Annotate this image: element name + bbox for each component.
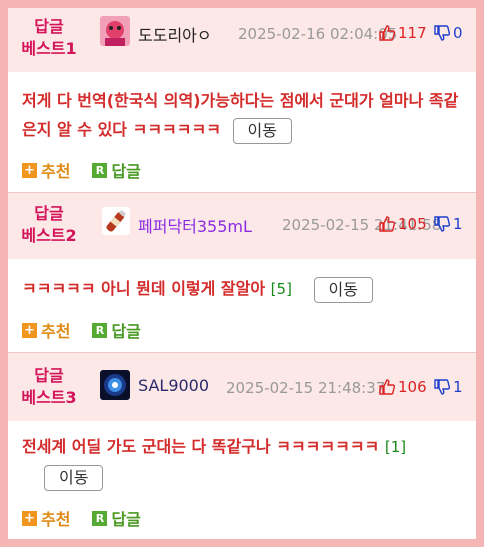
reply-r-icon: R xyxy=(92,322,108,338)
reply-count[interactable]: [1] xyxy=(385,438,406,456)
like-count: 106 xyxy=(398,378,427,396)
comment-header: 답글 베스트3 SAL9000 2025-02-15 21:48:37 106 … xyxy=(8,353,476,421)
comment-text: 저게 다 번역(한국식 의역)가능하다는 점에서 군대가 얼마나 족같은지 알 … xyxy=(22,86,466,144)
dislike-count: 0 xyxy=(453,24,463,42)
reply-count[interactable]: [5] xyxy=(271,280,292,298)
comment-date: 2025-02-15 21:48:37 xyxy=(226,379,386,397)
comment-header: 답글 베스트1 도도리아ㅇ 2025-02-16 02:04:05 117 0 xyxy=(8,8,476,72)
recommend-button[interactable]: + 추천 xyxy=(22,318,70,342)
comment-text: ㅋㅋㅋㅋㅋ 아니 뭔데 이렇게 잘알아 [5] 이동 xyxy=(22,274,466,304)
plus-icon: + xyxy=(22,510,37,526)
like-count: 105 xyxy=(398,215,427,233)
dislike-button[interactable]: 0 xyxy=(433,24,463,42)
thumbs-up-icon xyxy=(379,25,396,41)
move-button[interactable]: 이동 xyxy=(232,117,292,144)
comment-body: 전세계 어딜 가도 군대는 다 똑같구나 ㅋㅋㅋㅋㅋㅋㅋ xyxy=(22,437,380,456)
reply-r-icon: R xyxy=(92,162,108,178)
plus-icon: + xyxy=(22,322,37,338)
thumbs-up-icon xyxy=(379,379,396,395)
rank-line2: 베스트3 xyxy=(21,388,77,407)
nickname-link[interactable]: 페퍼닥터355mL xyxy=(138,213,252,237)
avatar[interactable] xyxy=(102,207,130,235)
reply-label: 답글 xyxy=(111,162,141,181)
dislike-count: 1 xyxy=(453,215,463,233)
comment-actions: + 추천 R 답글 xyxy=(22,158,163,182)
dislike-button[interactable]: 1 xyxy=(433,215,463,233)
move-button[interactable]: 이동 xyxy=(44,464,104,491)
like-button[interactable]: 106 xyxy=(378,378,427,396)
recommend-label: 추천 xyxy=(41,162,71,181)
rank-line1: 답글 xyxy=(34,17,64,36)
thumbs-down-icon xyxy=(434,379,451,395)
rank-line1: 답글 xyxy=(34,204,64,223)
comment-text: 전세계 어딜 가도 군대는 다 똑같구나 ㅋㅋㅋㅋㅋㅋㅋ [1] 이동 xyxy=(22,432,466,491)
avatar-image xyxy=(102,207,130,235)
reply-button[interactable]: R 답글 xyxy=(92,158,141,182)
move-button[interactable]: 이동 xyxy=(313,276,373,303)
comment-actions: + 추천 R 답글 xyxy=(22,318,163,342)
thumbs-down-icon xyxy=(434,216,451,232)
recommend-label: 추천 xyxy=(41,322,71,341)
best-rank-label: 답글 베스트2 xyxy=(10,203,88,247)
comment-header: 답글 베스트2 페퍼닥터355mL 2025-02-15 21:41:58 10… xyxy=(8,193,476,259)
like-button[interactable]: 105 xyxy=(378,215,427,233)
best-rank-label: 답글 베스트1 xyxy=(10,16,88,60)
reply-r-icon: R xyxy=(92,510,108,526)
reply-button[interactable]: R 답글 xyxy=(92,318,141,342)
reply-button[interactable]: R 답글 xyxy=(92,506,141,530)
avatar[interactable] xyxy=(100,16,130,46)
plus-icon: + xyxy=(22,162,37,178)
comment-actions: + 추천 R 답글 xyxy=(22,506,163,530)
dislike-count: 1 xyxy=(453,378,463,396)
thumbs-up-icon xyxy=(379,216,396,232)
rank-line1: 답글 xyxy=(34,366,64,385)
best-replies-panel: 답글 베스트1 도도리아ㅇ 2025-02-16 02:04:05 117 0 … xyxy=(8,8,476,539)
rank-line2: 베스트2 xyxy=(21,226,77,245)
like-button[interactable]: 117 xyxy=(378,24,427,42)
reply-label: 답글 xyxy=(111,510,141,529)
avatar-image xyxy=(100,370,130,400)
avatar-image xyxy=(100,16,130,46)
best-rank-label: 답글 베스트3 xyxy=(10,365,88,409)
comment-body: ㅋㅋㅋㅋㅋ 아니 뭔데 이렇게 잘알아 xyxy=(22,279,266,298)
nickname-link[interactable]: 도도리아ㅇ xyxy=(138,22,212,46)
reply-label: 답글 xyxy=(111,322,141,341)
recommend-button[interactable]: + 추천 xyxy=(22,158,70,182)
like-count: 117 xyxy=(398,24,427,42)
recommend-label: 추천 xyxy=(41,510,71,529)
rank-line2: 베스트1 xyxy=(21,39,77,58)
dislike-button[interactable]: 1 xyxy=(433,378,463,396)
nickname-link[interactable]: SAL9000 xyxy=(138,376,209,395)
recommend-button[interactable]: + 추천 xyxy=(22,506,70,530)
comment-date: 2025-02-16 02:04:05 xyxy=(238,25,398,43)
avatar[interactable] xyxy=(100,370,130,400)
thumbs-down-icon xyxy=(434,25,451,41)
